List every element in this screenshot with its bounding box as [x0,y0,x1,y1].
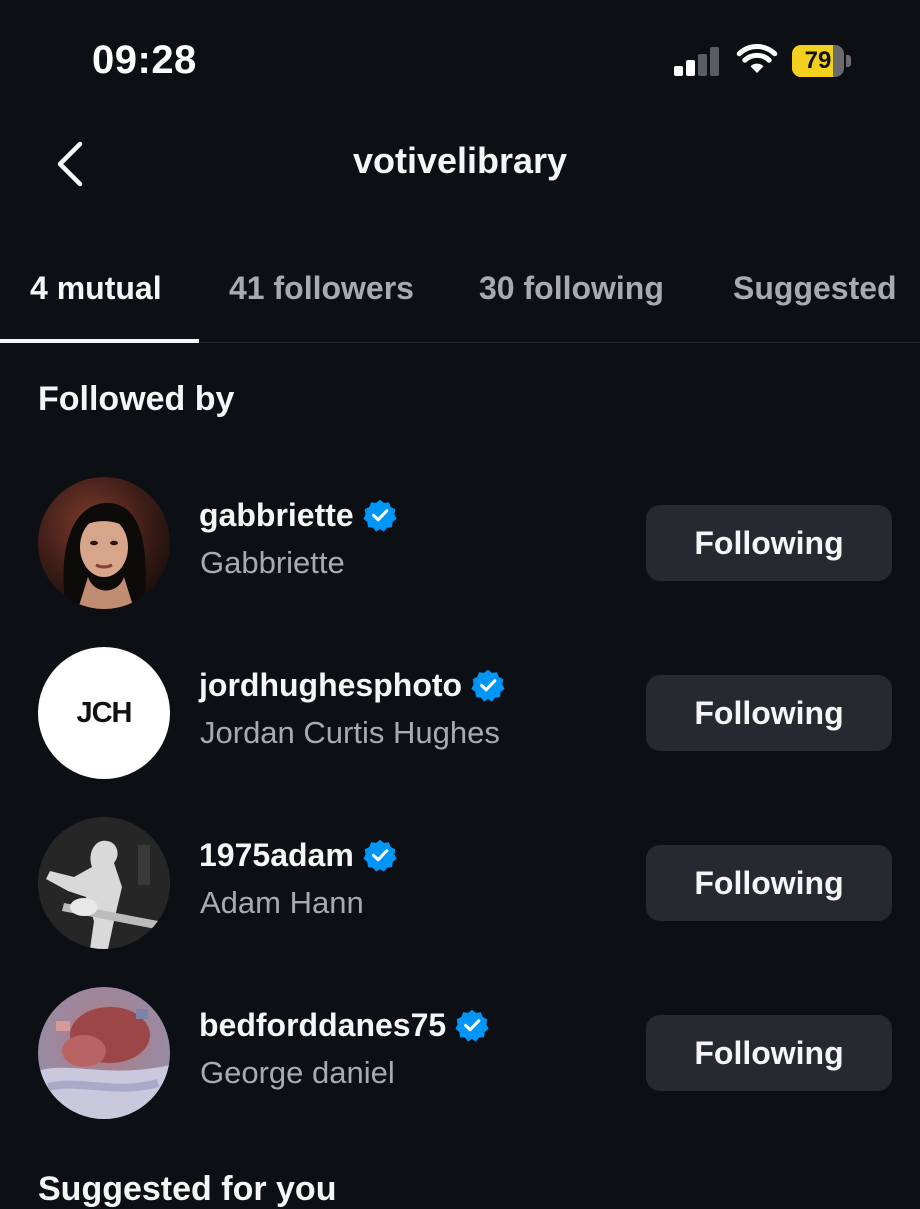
avatar[interactable] [38,987,170,1119]
list-item[interactable]: bedforddanes75 George daniel Following [0,987,920,1127]
full-name: Adam Hann [200,885,364,920]
battery-icon: 79 [792,45,844,77]
full-name: George daniel [200,1055,395,1090]
list-item[interactable]: 1975adam Adam Hann Following [0,817,920,957]
username-line: bedforddanes75 [199,1005,489,1045]
tab-following[interactable]: 30 following [479,270,664,307]
full-name: Gabbriette [200,545,345,580]
full-name: Jordan Curtis Hughes [200,715,500,750]
suggested-section-title: Suggested for you [38,1170,337,1208]
active-tab-indicator [0,339,199,343]
section-title: Followed by [38,380,235,418]
following-button[interactable]: Following [646,505,892,581]
tab-bar: 4 mutual 41 followers 30 following Sugge… [0,250,920,343]
battery-cap [846,55,851,67]
cellular-signal-icon [674,46,720,76]
tab-followers[interactable]: 41 followers [229,270,414,307]
status-bar: 09:28 79 [0,0,920,120]
battery-level: 79 [804,47,832,74]
username-line: gabbriette [199,495,397,535]
following-button[interactable]: Following [646,845,892,921]
username[interactable]: gabbriette [199,497,354,534]
following-button[interactable]: Following [646,675,892,751]
username[interactable]: jordhughesphoto [199,667,462,704]
verified-badge-icon [363,499,397,532]
list-item[interactable]: gabbriette Gabbriette Following [0,477,920,617]
username-line: jordhughesphoto [199,665,505,705]
username[interactable]: bedforddanes75 [199,1007,446,1044]
avatar[interactable]: JCH [38,647,170,779]
verified-badge-icon [471,669,505,702]
username[interactable]: 1975adam [199,837,354,874]
avatar[interactable] [38,477,170,609]
verified-badge-icon [363,839,397,872]
following-button[interactable]: Following [646,1015,892,1091]
page-title: votivelibrary [352,140,568,181]
tab-mutual[interactable]: 4 mutual [30,270,162,307]
avatar-text: JCH [76,697,132,729]
verified-badge-icon [455,1009,489,1042]
battery-indicator: 79 [792,45,851,77]
avatar[interactable] [38,817,170,949]
list-item[interactable]: JCH jordhughesphoto Jordan Curtis Hughes… [0,647,920,787]
status-time: 09:28 [92,38,197,82]
wifi-icon [736,44,778,73]
tab-suggested[interactable]: Suggested [733,270,897,307]
username-line: 1975adam [199,835,397,875]
